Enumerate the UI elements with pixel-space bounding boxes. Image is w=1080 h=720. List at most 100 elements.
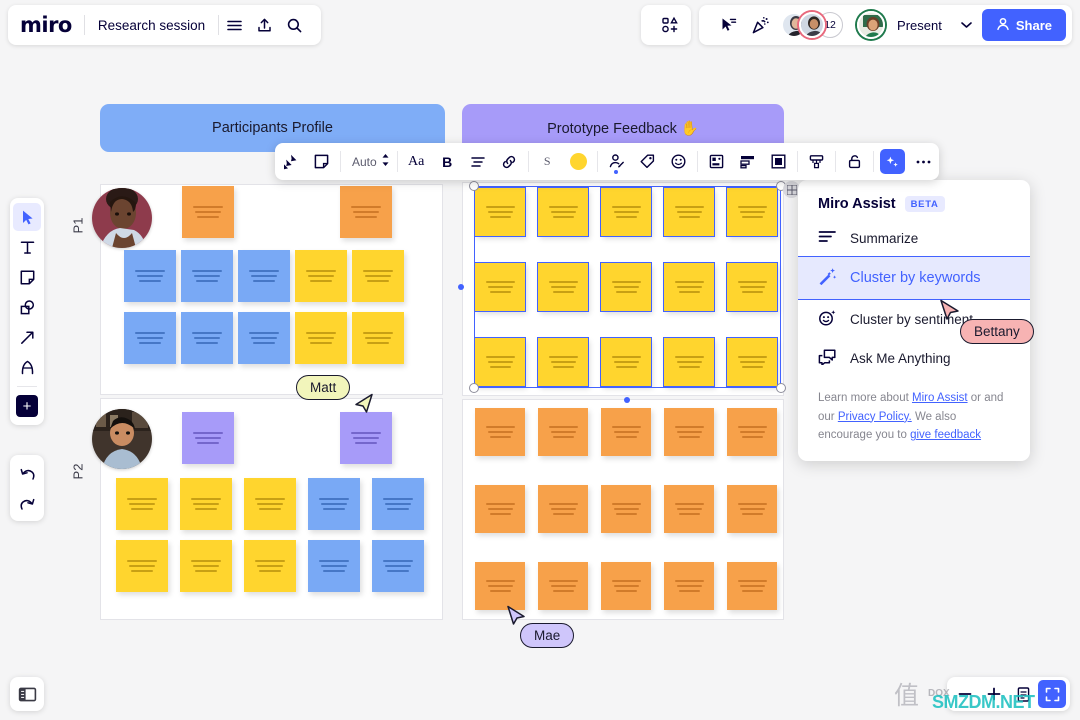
share-button[interactable]: Share: [982, 9, 1066, 41]
selection-dot-bottom[interactable]: [624, 397, 630, 403]
selection-handle-bl[interactable]: [469, 383, 479, 393]
participant-avatar-p2[interactable]: [92, 409, 152, 469]
fill-color-swatch[interactable]: [563, 146, 594, 177]
sticky-note-p1-top-1[interactable]: [182, 186, 234, 238]
sticky-note-p2-1-5[interactable]: [372, 478, 424, 530]
sticky-note-p2-1-2[interactable]: [180, 478, 232, 530]
sticky-note-p2-2-5[interactable]: [372, 540, 424, 592]
sticky-note-p1-1-3[interactable]: [238, 250, 290, 302]
collaborator-avatars[interactable]: 12: [777, 12, 849, 38]
lock-icon[interactable]: [839, 146, 870, 177]
sticky-note-feedback-bottom-2-3[interactable]: [601, 485, 651, 533]
sticky-note-feedback-bottom-2-2[interactable]: [538, 485, 588, 533]
emoji-reaction-icon[interactable]: [663, 146, 694, 177]
sticky-note-feedback-bottom-1-1[interactable]: [475, 408, 525, 456]
search-icon[interactable]: [279, 10, 309, 40]
sticky-note-p2-2-4[interactable]: [308, 540, 360, 592]
sticky-note-feedback-bottom-2-1[interactable]: [475, 485, 525, 533]
sticky-note-tool[interactable]: [13, 263, 41, 291]
miro-logo[interactable]: miro: [20, 13, 84, 37]
sticky-note-p1-1-5[interactable]: [352, 250, 404, 302]
select-tool[interactable]: [13, 203, 41, 231]
upload-share-icon[interactable]: [249, 10, 279, 40]
sticky-note-p1-2-4[interactable]: [295, 312, 347, 364]
assist-item-cluster-keywords[interactable]: Cluster by keywords: [798, 256, 1030, 300]
celebrate-party-icon[interactable]: [745, 10, 775, 40]
sticky-note-p1-2-5[interactable]: [352, 312, 404, 364]
hamburger-menu-icon[interactable]: [219, 10, 249, 40]
sticky-note-p1-2-2[interactable]: [181, 312, 233, 364]
sticky-note-p2-2-1[interactable]: [116, 540, 168, 592]
toggle-panel-button[interactable]: [10, 677, 44, 711]
sticky-note-p2-top-1[interactable]: [182, 412, 234, 464]
sticky-note-p2-2-3[interactable]: [244, 540, 296, 592]
give-feedback-link[interactable]: give feedback: [910, 429, 981, 441]
participant-avatar-p1[interactable]: [92, 188, 152, 248]
miro-assist-link[interactable]: Miro Assist: [912, 392, 968, 404]
sticky-note-p2-1-3[interactable]: [244, 478, 296, 530]
sticky-note-p1-1-4[interactable]: [295, 250, 347, 302]
frame-icon[interactable]: [701, 146, 732, 177]
selection-dot-left[interactable]: [458, 284, 464, 290]
sticky-note-feedback-bottom-2-5[interactable]: [727, 485, 777, 533]
sticky-note-feedback-bottom-3-4[interactable]: [664, 562, 714, 610]
avatar[interactable]: [799, 12, 825, 38]
font-size-select[interactable]: Auto: [344, 152, 394, 171]
board-title[interactable]: Research session: [85, 18, 218, 33]
text-tool[interactable]: [13, 233, 41, 261]
more-options-icon[interactable]: [908, 146, 939, 177]
assign-person-icon[interactable]: [601, 146, 632, 177]
redo-button[interactable]: [13, 489, 41, 517]
sticky-note-p1-2-1[interactable]: [124, 312, 176, 364]
sticky-note-feedback-bottom-1-4[interactable]: [664, 408, 714, 456]
format-painter-icon[interactable]: [801, 146, 832, 177]
sticky-note-p2-1-1[interactable]: [116, 478, 168, 530]
selection-handle-br[interactable]: [776, 383, 786, 393]
zoom-in-button[interactable]: [980, 680, 1008, 708]
sticky-note-feedback-bottom-1-5[interactable]: [727, 408, 777, 456]
sticky-shape-icon[interactable]: [306, 146, 337, 177]
sticky-note-feedback-bottom-1-3[interactable]: [601, 408, 651, 456]
group-icon[interactable]: [763, 146, 794, 177]
sticky-note-p2-top-2[interactable]: [340, 412, 392, 464]
sticky-note-feedback-bottom-3-1[interactable]: [475, 562, 525, 610]
active-user-avatar[interactable]: [857, 11, 885, 39]
assist-item-summarize[interactable]: Summarize: [798, 220, 1030, 256]
arrange-icon[interactable]: [732, 146, 763, 177]
more-apps-tool[interactable]: +: [13, 392, 41, 420]
font-family-icon[interactable]: Aa: [401, 146, 432, 177]
shapes-tool[interactable]: [13, 293, 41, 321]
sticky-note-feedback-bottom-1-2[interactable]: [538, 408, 588, 456]
sticky-note-feedback-bottom-2-4[interactable]: [664, 485, 714, 533]
align-icon[interactable]: [463, 146, 494, 177]
sticky-note-p2-2-2[interactable]: [180, 540, 232, 592]
notes-panel-button[interactable]: [1009, 680, 1037, 708]
bold-icon[interactable]: B: [432, 146, 463, 177]
sticky-note-p1-top-2[interactable]: [340, 186, 392, 238]
text-color-icon[interactable]: S: [532, 146, 563, 177]
sticky-note-p1-2-3[interactable]: [238, 312, 290, 364]
selection-handle-tl[interactable]: [469, 181, 479, 191]
assist-item-ask-me-anything[interactable]: Ask Me Anything: [798, 339, 1030, 377]
sticky-note-feedback-bottom-3-3[interactable]: [601, 562, 651, 610]
chevron-down-icon[interactable]: [954, 10, 980, 40]
sticky-note-p2-1-4[interactable]: [308, 478, 360, 530]
undo-button[interactable]: [13, 459, 41, 487]
stepper-icon[interactable]: [381, 152, 390, 171]
zoom-out-button[interactable]: [951, 680, 979, 708]
templates-icon[interactable]: [655, 10, 685, 40]
sticky-note-p1-1-2[interactable]: [181, 250, 233, 302]
convert-shape-icon[interactable]: [275, 146, 306, 177]
sticky-note-feedback-bottom-3-5[interactable]: [727, 562, 777, 610]
privacy-policy-link[interactable]: Privacy Policy.: [838, 411, 912, 423]
cursor-flag-icon[interactable]: [713, 10, 743, 40]
sticky-note-feedback-bottom-3-2[interactable]: [538, 562, 588, 610]
link-icon[interactable]: [494, 146, 525, 177]
connector-line-tool[interactable]: [13, 323, 41, 351]
miro-assist-icon[interactable]: [877, 146, 908, 177]
present-button[interactable]: Present: [887, 10, 952, 40]
sticky-note-p1-1-1[interactable]: [124, 250, 176, 302]
pen-tool[interactable]: [13, 353, 41, 381]
fit-screen-button[interactable]: [1038, 680, 1066, 708]
tag-icon[interactable]: [632, 146, 663, 177]
